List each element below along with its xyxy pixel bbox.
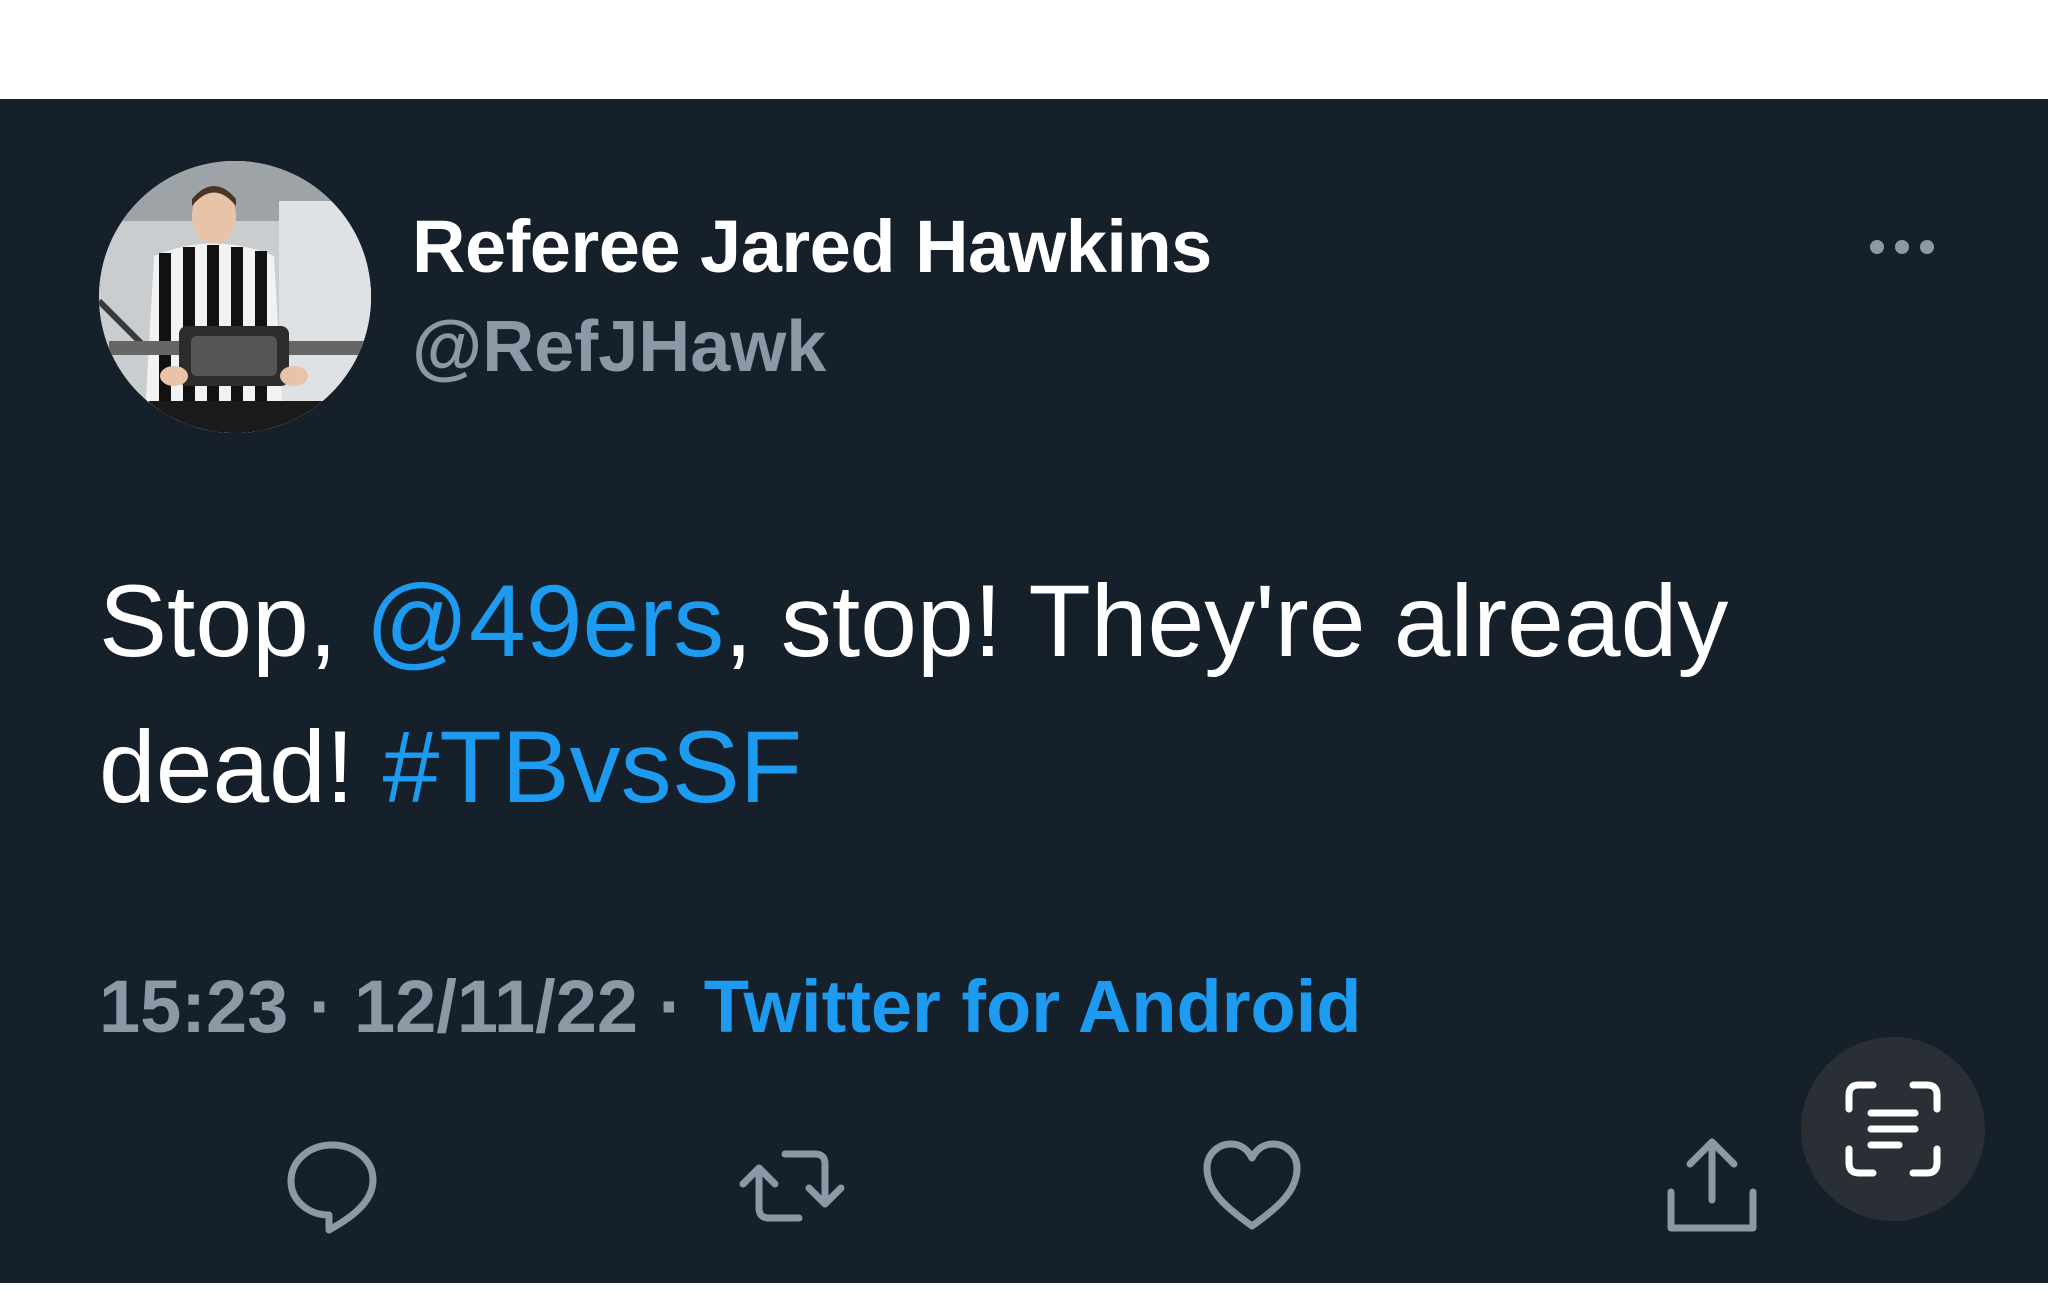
tweet-time[interactable]: 15:23 (99, 965, 288, 1048)
tweet-metadata: 15:23 · 12/11/22 · Twitter for Android (99, 964, 1361, 1049)
more-options-button[interactable] (1862, 227, 1942, 267)
share-button[interactable] (1657, 1130, 1767, 1240)
tweet-text: Stop, @49ers, stop! They're already dead… (99, 548, 1919, 840)
screenshot-page: Referee Jared Hawkins @RefJHawk Stop, @4… (0, 0, 2048, 1313)
tweet-card: Referee Jared Hawkins @RefJHawk Stop, @4… (0, 99, 2048, 1283)
heart-icon (1203, 1140, 1301, 1230)
tweet-source-link[interactable]: Twitter for Android (704, 965, 1362, 1048)
hashtag-link[interactable]: #TBvsSF (383, 710, 802, 824)
avatar-photo-icon (99, 161, 371, 433)
user-handle[interactable]: @RefJHawk (412, 306, 826, 388)
retweet-icon (739, 1150, 845, 1222)
like-button[interactable] (1197, 1130, 1307, 1240)
live-text-scan-icon (1845, 1081, 1941, 1177)
reply-icon (287, 1141, 377, 1234)
meta-separator: · (288, 965, 355, 1048)
meta-separator: · (638, 965, 704, 1048)
share-icon (1667, 1138, 1757, 1232)
mention-link[interactable]: @49ers (366, 564, 725, 678)
more-horizontal-icon (1870, 240, 1934, 254)
tweet-date[interactable]: 12/11/22 (354, 965, 638, 1048)
reply-button[interactable] (277, 1130, 387, 1240)
live-text-scan-button[interactable] (1801, 1037, 1985, 1221)
display-name[interactable]: Referee Jared Hawkins (412, 204, 1212, 289)
retweet-button[interactable] (737, 1130, 847, 1240)
avatar[interactable] (99, 161, 371, 433)
tweet-text-part: Stop, (99, 564, 366, 678)
